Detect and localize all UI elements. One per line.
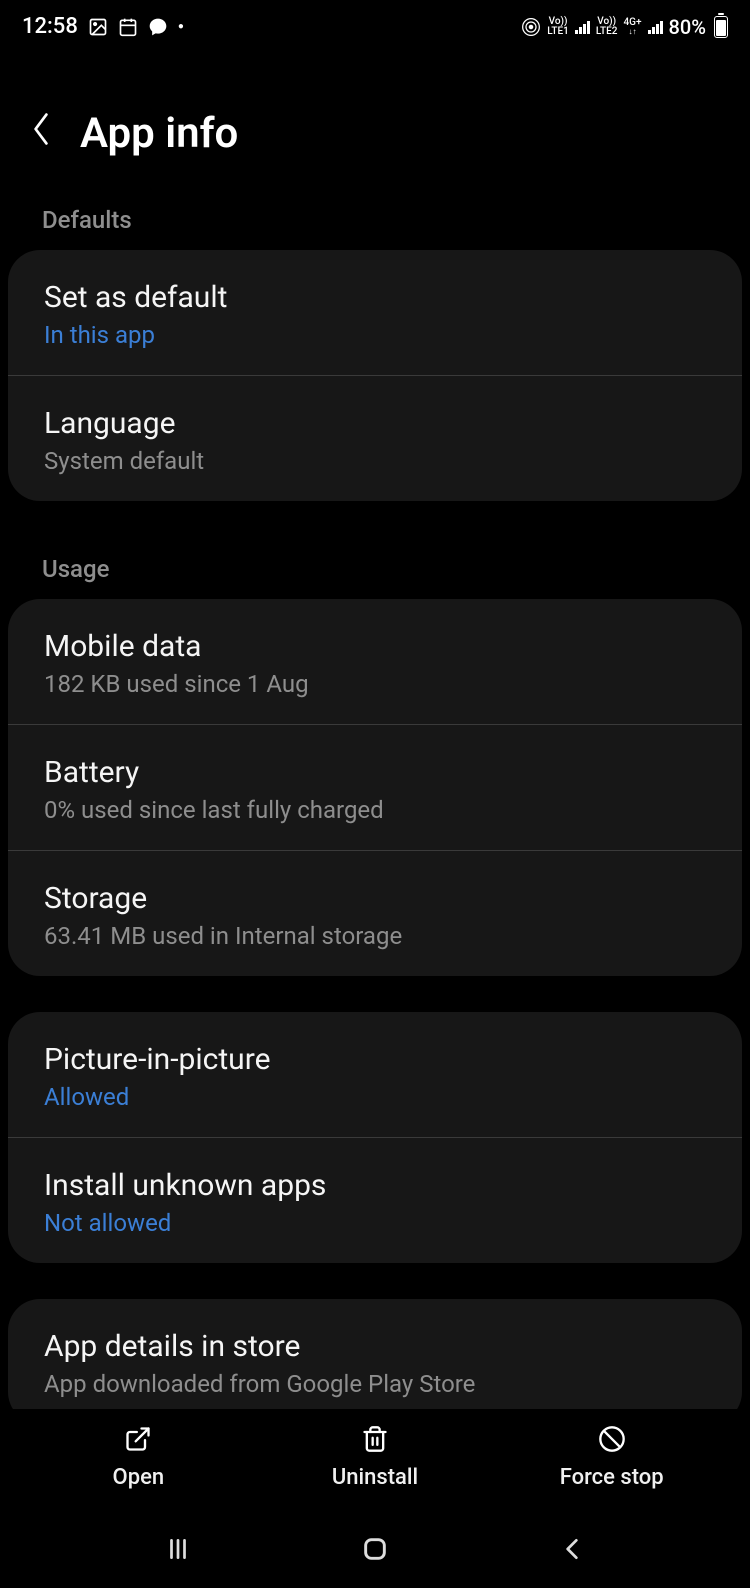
section-label-defaults: Defaults xyxy=(0,188,750,250)
battery-text: 80% xyxy=(669,15,706,39)
status-right: Vo)) LTE1 Vo)) LTE2 4G+ ↓↑ 80% xyxy=(521,15,728,39)
nav-bar xyxy=(0,1510,750,1588)
item-sub: In this app xyxy=(44,321,706,349)
back-button[interactable] xyxy=(552,1529,592,1569)
item-app-details-store[interactable]: App details in store App downloaded from… xyxy=(8,1299,742,1424)
clock-text: 12:58 xyxy=(22,14,78,39)
item-title: Mobile data xyxy=(44,627,706,666)
item-sub: 63.41 MB used in Internal storage xyxy=(44,922,706,950)
force-stop-button[interactable]: Force stop xyxy=(493,1423,730,1490)
item-title: Set as default xyxy=(44,278,706,317)
chat-icon xyxy=(148,17,168,37)
action-label: Force stop xyxy=(560,1465,664,1490)
page-title: App info xyxy=(80,109,238,158)
item-sub: 0% used since last fully charged xyxy=(44,796,706,824)
status-bar: 12:58 ● Vo)) LTE1 Vo)) LTE2 4G+ ↓↑ 80% xyxy=(0,0,750,49)
net-info: 4G+ ↓↑ xyxy=(623,18,641,36)
dot-icon: ● xyxy=(178,21,184,32)
action-label: Open xyxy=(113,1465,165,1490)
item-title: Language xyxy=(44,404,706,443)
trash-icon xyxy=(359,1423,391,1455)
item-mobile-data[interactable]: Mobile data 182 KB used since 1 Aug xyxy=(8,599,742,724)
header: App info xyxy=(0,49,750,188)
card-permissions: Picture-in-picture Allowed Install unkno… xyxy=(8,1012,742,1263)
calendar-icon xyxy=(118,17,138,37)
open-icon xyxy=(122,1423,154,1455)
hotspot-icon xyxy=(521,17,541,37)
signal1-icon xyxy=(575,20,590,34)
stop-icon xyxy=(596,1423,628,1455)
status-left: 12:58 ● xyxy=(22,14,184,39)
open-button[interactable]: Open xyxy=(20,1423,257,1490)
item-sub: Not allowed xyxy=(44,1209,706,1237)
item-title: Storage xyxy=(44,879,706,918)
item-title: Install unknown apps xyxy=(44,1166,706,1205)
item-set-as-default[interactable]: Set as default In this app xyxy=(8,250,742,375)
action-label: Uninstall xyxy=(332,1465,418,1490)
item-install-unknown-apps[interactable]: Install unknown apps Not allowed xyxy=(8,1137,742,1263)
item-sub: 182 KB used since 1 Aug xyxy=(44,670,706,698)
card-defaults: Set as default In this app Language Syst… xyxy=(8,250,742,501)
item-sub: App downloaded from Google Play Store xyxy=(44,1370,706,1398)
signal2-icon xyxy=(648,20,663,34)
item-picture-in-picture[interactable]: Picture-in-picture Allowed xyxy=(8,1012,742,1137)
item-sub: Allowed xyxy=(44,1083,706,1111)
sim2-info: Vo)) LTE2 xyxy=(596,17,618,37)
gallery-icon xyxy=(88,17,108,37)
back-icon[interactable] xyxy=(30,111,52,156)
section-label-usage: Usage xyxy=(0,537,750,599)
battery-icon xyxy=(714,16,728,38)
item-battery[interactable]: Battery 0% used since last fully charged xyxy=(8,724,742,850)
uninstall-button[interactable]: Uninstall xyxy=(257,1423,494,1490)
card-usage: Mobile data 182 KB used since 1 Aug Batt… xyxy=(8,599,742,976)
home-button[interactable] xyxy=(355,1529,395,1569)
card-store: App details in store App downloaded from… xyxy=(8,1299,742,1424)
item-sub: System default xyxy=(44,447,706,475)
item-title: App details in store xyxy=(44,1327,706,1366)
sim1-info: Vo)) LTE1 xyxy=(547,17,569,37)
recents-button[interactable] xyxy=(158,1529,198,1569)
item-language[interactable]: Language System default xyxy=(8,375,742,501)
item-title: Picture-in-picture xyxy=(44,1040,706,1079)
item-storage[interactable]: Storage 63.41 MB used in Internal storag… xyxy=(8,850,742,976)
item-title: Battery xyxy=(44,753,706,792)
bottom-actions: Open Uninstall Force stop xyxy=(0,1409,750,1510)
